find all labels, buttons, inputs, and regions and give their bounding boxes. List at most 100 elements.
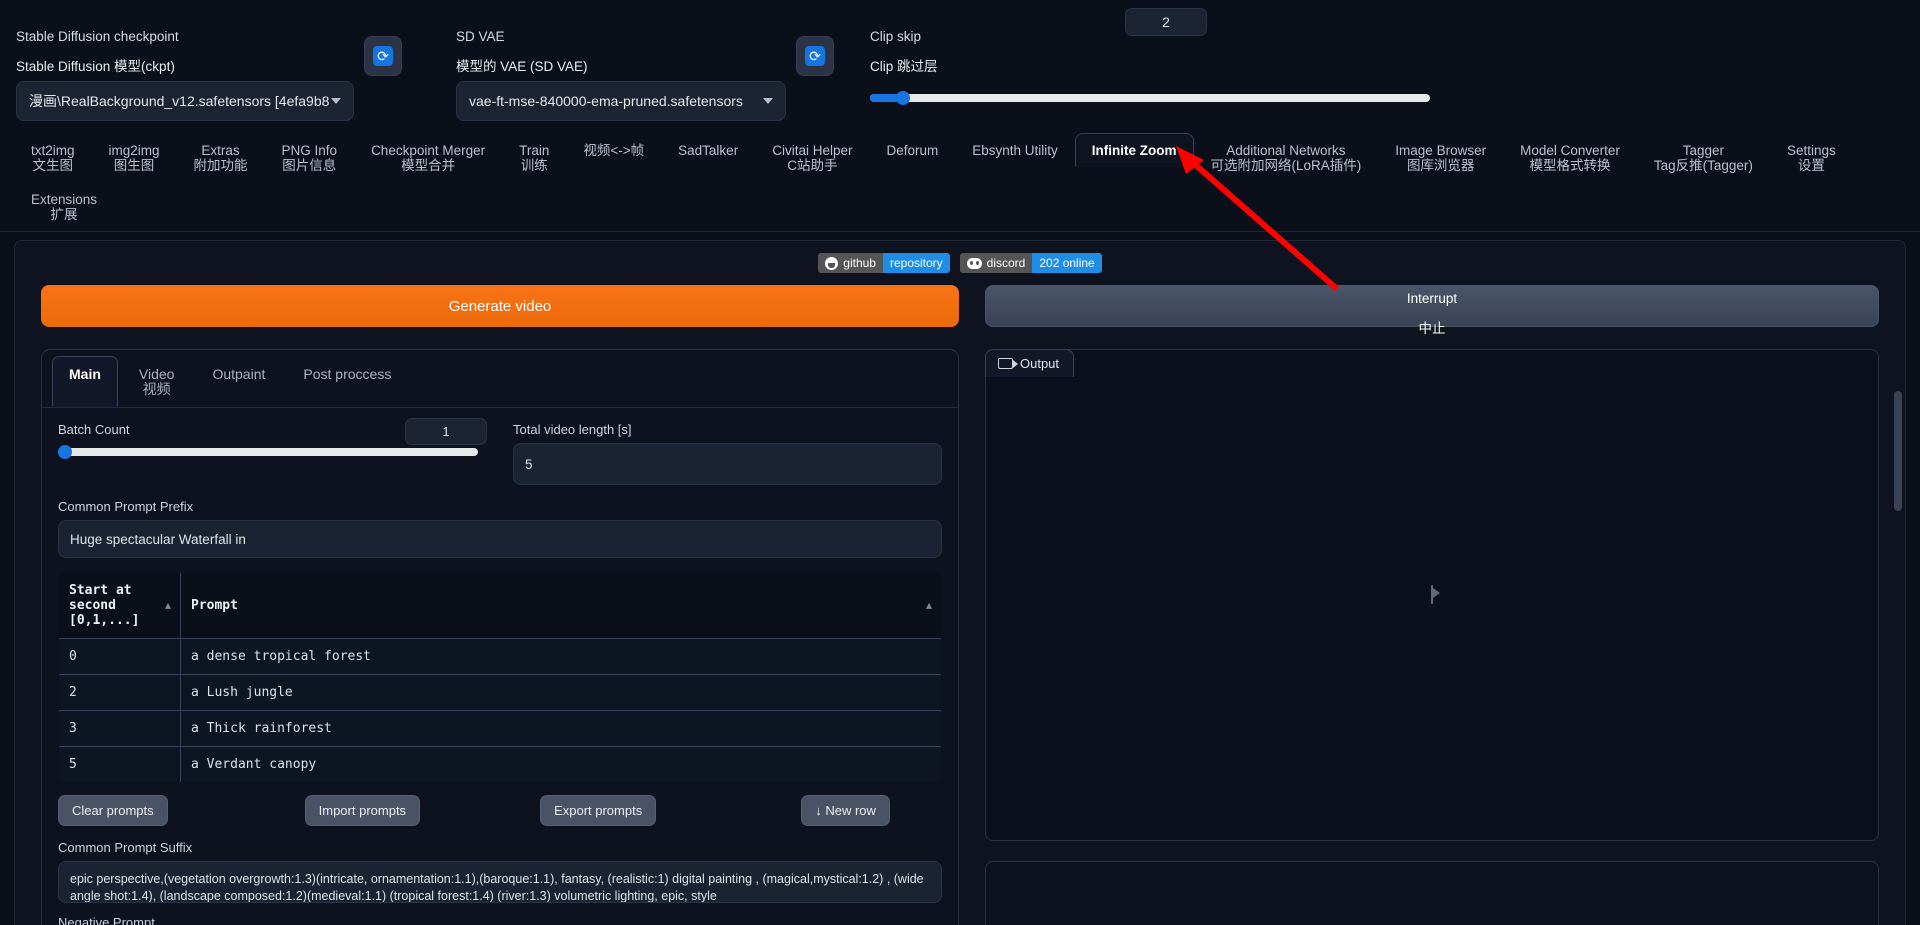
- batch-count-slider[interactable]: [58, 445, 478, 459]
- output-meta-panel: [985, 861, 1879, 925]
- tab-tagger[interactable]: Tagger Tag反推(Tagger): [1637, 133, 1770, 182]
- clip-skip-number-input[interactable]: 2: [1125, 8, 1207, 36]
- discord-badge[interactable]: discord 202 online: [959, 253, 1102, 273]
- subtab-outpaint[interactable]: Outpaint: [195, 356, 282, 407]
- right-column: Interrupt 中止 Output: [985, 285, 1879, 925]
- vae-dropdown[interactable]: vae-ft-mse-840000-ema-pruned.safetensors: [456, 81, 786, 121]
- chevron-down-icon: [331, 98, 341, 104]
- checkpoint-dropdown[interactable]: 漫画\RealBackground_v12.safetensors [4efa9…: [16, 81, 354, 121]
- subtab-label-en: Post proccess: [303, 366, 392, 382]
- main-tab-bar: txt2img 文生图 img2img 图生图 Extras 附加功能 PNG Info 图片…: [0, 129, 1920, 232]
- tab-label-cn: 可选附加网络(LoRA插件): [1210, 158, 1362, 173]
- refresh-checkpoint-button[interactable]: ⟳: [364, 36, 402, 76]
- batch-count-field: Batch Count 1: [58, 418, 487, 485]
- output-tab[interactable]: Output: [985, 349, 1075, 377]
- clip-skip-field: Clip skip Clip 跳过层 2: [870, 8, 1430, 105]
- refresh-vae-button[interactable]: ⟳: [796, 36, 834, 76]
- vae-label-en: SD VAE: [456, 29, 505, 44]
- common-prompt-prefix-field: Common Prompt Prefix Huge spectacular Wa…: [58, 499, 942, 558]
- vae-label-cn: 模型的 VAE (SD VAE): [456, 59, 588, 74]
- tab-settings[interactable]: Settings 设置: [1770, 133, 1853, 182]
- tab-label-cn: 扩展: [50, 207, 78, 222]
- cell-prompt[interactable]: a Lush jungle: [180, 674, 941, 711]
- cell-start-at-second[interactable]: 0: [59, 638, 181, 675]
- generate-video-button[interactable]: Generate video: [41, 285, 959, 327]
- prompt-table: Start at second [0,1,...] ▲ Prompt ▲ 0 a…: [58, 572, 942, 783]
- new-row-button[interactable]: ↓ New row: [801, 795, 890, 826]
- cell-prompt[interactable]: a Thick rainforest: [180, 710, 941, 747]
- subtab-video[interactable]: Video 视频: [122, 356, 192, 407]
- table-row[interactable]: 0a dense tropical forest: [59, 638, 941, 675]
- table-row[interactable]: 3a Thick rainforest: [59, 710, 941, 747]
- tab-model-converter[interactable]: Model Converter 模型格式转换: [1503, 133, 1637, 182]
- vae-value: vae-ft-mse-840000-ema-pruned.safetensors: [469, 93, 743, 109]
- table-row[interactable]: 5a Verdant canopy: [59, 746, 941, 782]
- sort-asc-icon[interactable]: ▲: [926, 600, 932, 611]
- cell-start-at-second[interactable]: 5: [59, 746, 181, 782]
- scrollbar-thumb[interactable]: [1894, 391, 1902, 511]
- badge-row: github repository discord 202 online: [15, 241, 1905, 281]
- github-badge[interactable]: github repository: [818, 253, 950, 273]
- github-badge-value: repository: [882, 253, 950, 273]
- interrupt-button[interactable]: Interrupt 中止: [985, 285, 1879, 336]
- output-placeholder: [1431, 585, 1433, 604]
- batch-count-number-input[interactable]: 1: [405, 418, 487, 445]
- tab-img2img[interactable]: img2img 图生图: [92, 133, 177, 182]
- clear-prompts-button[interactable]: Clear prompts: [58, 795, 168, 826]
- discord-badge-left: discord: [959, 253, 1033, 273]
- clip-skip-slider-handle[interactable]: [895, 91, 910, 105]
- tab-label-cn: 图片信息: [282, 158, 337, 173]
- tab-extras[interactable]: Extras 附加功能: [177, 133, 265, 182]
- common-prompt-prefix-label: Common Prompt Prefix: [58, 499, 194, 514]
- subtab-main[interactable]: Main: [52, 356, 118, 407]
- total-video-length-label: Total video length [s]: [513, 422, 632, 437]
- clip-skip-slider[interactable]: [870, 91, 1430, 105]
- column-header-prompt[interactable]: Prompt ▲: [180, 573, 941, 639]
- tab-extensions[interactable]: Extensions 扩展: [14, 182, 114, 231]
- table-row[interactable]: 2a Lush jungle: [59, 674, 941, 711]
- tab-civitai-helper[interactable]: Civitai Helper C站助手: [755, 133, 869, 182]
- tab-txt2img[interactable]: txt2img 文生图: [14, 133, 92, 182]
- prompt-action-buttons: Clear prompts Import prompts Export prom…: [58, 795, 942, 826]
- cell-prompt[interactable]: a dense tropical forest: [180, 638, 941, 675]
- cell-start-at-second[interactable]: 2: [59, 674, 181, 711]
- cell-prompt[interactable]: a Verdant canopy: [180, 746, 941, 782]
- github-badge-label: github: [843, 256, 876, 270]
- tab-png-info[interactable]: PNG Info 图片信息: [265, 133, 355, 182]
- column-header-start-at-second[interactable]: Start at second [0,1,...] ▲: [59, 573, 181, 639]
- discord-badge-label: discord: [986, 256, 1026, 270]
- tab-deforum[interactable]: Deforum: [869, 133, 955, 167]
- tab-label-en: Infinite Zoom: [1091, 143, 1177, 158]
- column-header-prompt-label: Prompt: [191, 598, 238, 613]
- tab-train[interactable]: Train 训练: [502, 133, 566, 182]
- tab-additional-networks[interactable]: Additional Networks 可选附加网络(LoRA插件): [1194, 133, 1379, 182]
- tab-label-en: Deforum: [886, 143, 939, 158]
- tab-ebsynth-utility[interactable]: Ebsynth Utility: [955, 133, 1075, 167]
- tab-label-en: Train: [519, 143, 550, 158]
- chevron-down-icon: [763, 98, 773, 104]
- tab-label-en: PNG Info: [281, 143, 338, 158]
- checkpoint-label-cn: Stable Diffusion 模型(ckpt): [16, 59, 175, 74]
- interrupt-label-cn: 中止: [1418, 321, 1446, 336]
- sort-asc-icon[interactable]: ▲: [165, 600, 171, 611]
- tab-image-browser[interactable]: Image Browser 图库浏览器: [1378, 133, 1503, 182]
- common-prompt-suffix-label: Common Prompt Suffix: [58, 840, 193, 855]
- tab-checkpoint-merger[interactable]: Checkpoint Merger 模型合并: [354, 133, 502, 182]
- import-prompts-button[interactable]: Import prompts: [304, 795, 421, 826]
- tab-label-cn: 设置: [1797, 158, 1825, 173]
- total-video-length-field: Total video length [s] 5: [513, 422, 942, 485]
- tab-infinite-zoom[interactable]: Infinite Zoom: [1074, 133, 1194, 167]
- tab-[interactable]: 视频<->帧: [566, 133, 661, 167]
- batch-count-slider-handle[interactable]: [58, 445, 72, 459]
- tab-label-en: txt2img: [31, 143, 75, 158]
- cell-start-at-second[interactable]: 3: [59, 710, 181, 747]
- subtab-post-proccess[interactable]: Post proccess: [286, 356, 408, 407]
- common-prompt-suffix-input[interactable]: epic perspective,(vegetation overgrowth:…: [58, 861, 942, 903]
- export-prompts-button[interactable]: Export prompts: [540, 795, 657, 826]
- total-video-length-input[interactable]: 5: [513, 443, 942, 485]
- common-prompt-prefix-input[interactable]: Huge spectacular Waterfall in: [58, 520, 942, 558]
- vertical-scrollbar[interactable]: [1893, 391, 1903, 925]
- refresh-icon: ⟳: [805, 46, 825, 66]
- tab-label-en: Civitai Helper: [772, 143, 853, 158]
- tab-sadtalker[interactable]: SadTalker: [661, 133, 755, 167]
